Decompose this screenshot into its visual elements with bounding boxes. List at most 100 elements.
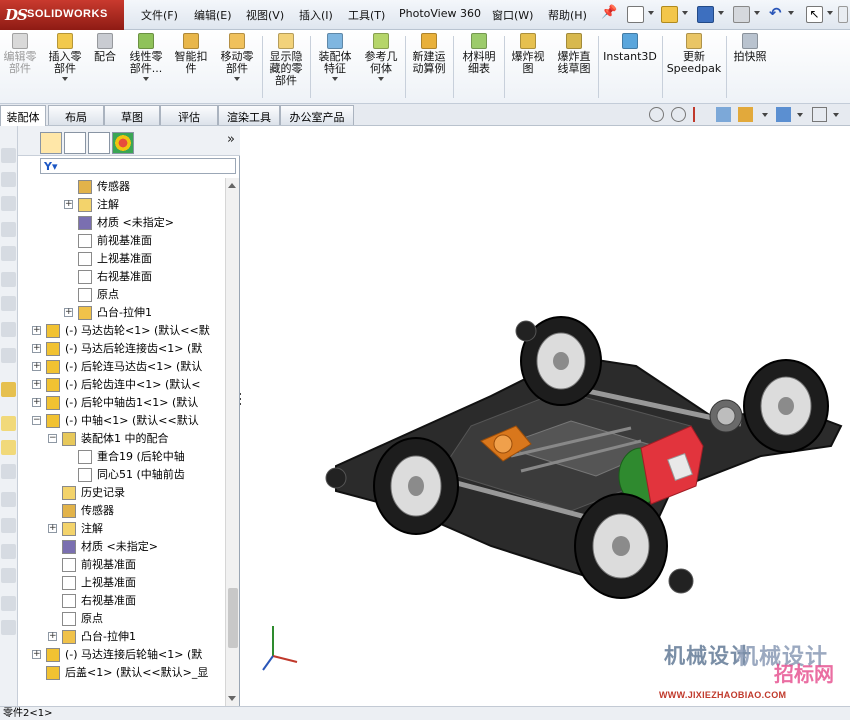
tool-icon[interactable]: [1, 518, 16, 533]
tool-icon[interactable]: [1, 568, 16, 583]
tool-icon[interactable]: [1, 322, 16, 337]
tool-icon[interactable]: [1, 596, 16, 611]
exploded-view-button[interactable]: 爆炸视 图: [507, 33, 549, 75]
new-document-icon[interactable]: [627, 6, 644, 23]
dropdown-arrow-icon[interactable]: [234, 77, 240, 81]
expand-icon[interactable]: +: [48, 632, 57, 641]
display-style-dropdown-icon[interactable]: [797, 113, 803, 117]
tab-evaluate[interactable]: 评估: [160, 105, 218, 125]
menu-window[interactable]: 窗口(W): [492, 7, 533, 23]
scroll-thumb[interactable]: [228, 588, 238, 648]
tool-icon[interactable]: [1, 196, 16, 211]
expand-icon[interactable]: +: [48, 524, 57, 533]
new-dropdown-icon[interactable]: [648, 11, 654, 15]
menu-tools[interactable]: 工具(T): [348, 7, 385, 23]
featuremanager-tree-icon[interactable]: [40, 132, 62, 154]
dropdown-arrow-icon[interactable]: [62, 77, 68, 81]
expand-panel-icon[interactable]: »: [227, 132, 235, 147]
assembly-features-button[interactable]: 装配体 特征: [313, 33, 357, 81]
select-pointer-icon[interactable]: ↖: [806, 6, 823, 23]
tab-assembly[interactable]: 装配体: [0, 105, 46, 126]
edit-component-button[interactable]: 编辑零 部件: [1, 33, 39, 75]
reference-geometry-button[interactable]: 参考几 何体: [361, 33, 401, 81]
new-motion-study-button[interactable]: 新建运 动算例: [408, 33, 450, 75]
print-icon[interactable]: [733, 6, 750, 23]
tab-render-tools[interactable]: 渲染工具: [218, 105, 280, 125]
undo-dropdown-icon[interactable]: [788, 11, 794, 15]
tree-filter[interactable]: Y▾: [40, 158, 236, 174]
print-dropdown-icon[interactable]: [754, 11, 760, 15]
dropdown-arrow-icon[interactable]: [378, 77, 384, 81]
tool-icon[interactable]: [1, 492, 16, 507]
tab-sketch[interactable]: 草图: [104, 105, 160, 125]
tree-scrollbar[interactable]: [225, 178, 239, 706]
car-chassis-model[interactable]: [241, 126, 850, 706]
hide-show-dropdown-icon[interactable]: [833, 113, 839, 117]
linear-pattern-button[interactable]: 线性零 部件...: [125, 33, 167, 81]
view-orientation-dropdown-icon[interactable]: [762, 113, 768, 117]
section-view-icon[interactable]: [716, 107, 731, 122]
bill-of-materials-button[interactable]: 材料明 细表: [457, 33, 501, 75]
collapse-icon[interactable]: −: [48, 434, 57, 443]
menu-edit[interactable]: 编辑(E): [194, 7, 232, 23]
tool-icon[interactable]: [1, 382, 16, 397]
explode-line-sketch-button[interactable]: 爆炸直 线草图: [553, 33, 595, 75]
undo-icon[interactable]: ↶: [769, 4, 786, 22]
show-hidden-components-button[interactable]: 显示隐 藏的零 部件: [265, 33, 307, 87]
expand-icon[interactable]: +: [32, 650, 41, 659]
update-speedpak-button[interactable]: 更新 Speedpak: [665, 33, 723, 75]
open-folder-icon[interactable]: [661, 6, 678, 23]
tool-icon[interactable]: [1, 348, 16, 363]
select-dropdown-icon[interactable]: [827, 11, 833, 15]
menu-file[interactable]: 文件(F): [141, 7, 178, 23]
tool-icon[interactable]: [1, 440, 16, 455]
dropdown-arrow-icon[interactable]: [332, 77, 338, 81]
pin-icon[interactable]: 📌: [601, 5, 618, 22]
menu-view[interactable]: 视图(V): [246, 7, 284, 23]
dropdown-arrow-icon[interactable]: [143, 77, 149, 81]
tool-icon[interactable]: [1, 222, 16, 237]
expand-icon[interactable]: +: [32, 344, 41, 353]
take-snapshot-button[interactable]: 拍快照: [729, 33, 771, 63]
menu-insert[interactable]: 插入(I): [299, 7, 333, 23]
options-icon[interactable]: [838, 6, 848, 23]
display-style-icon[interactable]: [776, 107, 791, 122]
tool-icon[interactable]: [1, 620, 16, 635]
expand-icon[interactable]: +: [32, 380, 41, 389]
previous-view-icon[interactable]: [693, 107, 708, 122]
configuration-manager-icon[interactable]: [88, 132, 110, 154]
open-dropdown-icon[interactable]: [682, 11, 688, 15]
tool-icon[interactable]: [1, 296, 16, 311]
scroll-down-icon[interactable]: [228, 696, 236, 701]
view-orientation-icon[interactable]: [738, 107, 753, 122]
property-manager-icon[interactable]: [64, 132, 86, 154]
menu-help[interactable]: 帮助(H): [548, 7, 587, 23]
expand-icon[interactable]: +: [64, 200, 73, 209]
scroll-up-icon[interactable]: [228, 183, 236, 188]
tool-icon[interactable]: [1, 544, 16, 559]
mate-button[interactable]: 配合: [91, 33, 119, 63]
collapse-icon[interactable]: −: [32, 416, 41, 425]
expand-icon[interactable]: +: [64, 308, 73, 317]
smart-fasteners-button[interactable]: 智能扣 件: [171, 33, 211, 75]
instant3d-button[interactable]: Instant3D: [601, 33, 659, 63]
tool-icon[interactable]: [1, 172, 16, 187]
hide-show-items-icon[interactable]: [812, 107, 827, 122]
expand-icon[interactable]: +: [32, 398, 41, 407]
zoom-to-fit-icon[interactable]: [649, 107, 664, 122]
save-dropdown-icon[interactable]: [718, 11, 724, 15]
tool-icon[interactable]: [1, 148, 16, 163]
display-manager-icon[interactable]: [112, 132, 134, 154]
graphics-area[interactable]: 机械设计 机械设计 招标网 WWW.JIXIEZHAOBIAO.COM: [241, 126, 850, 706]
solidworks-logo[interactable]: DS SOLIDWORKS: [0, 0, 124, 30]
save-icon[interactable]: [697, 6, 714, 23]
tool-icon[interactable]: [1, 246, 16, 261]
filter-icon[interactable]: Y▾: [44, 160, 58, 173]
insert-component-button[interactable]: 插入零 部件: [45, 33, 85, 81]
tool-icon[interactable]: [1, 464, 16, 479]
tool-icon[interactable]: [1, 272, 16, 287]
menu-photoview[interactable]: PhotoView 360: [399, 7, 481, 20]
expand-icon[interactable]: +: [32, 326, 41, 335]
expand-icon[interactable]: +: [32, 362, 41, 371]
move-component-button[interactable]: 移动零 部件: [216, 33, 258, 81]
